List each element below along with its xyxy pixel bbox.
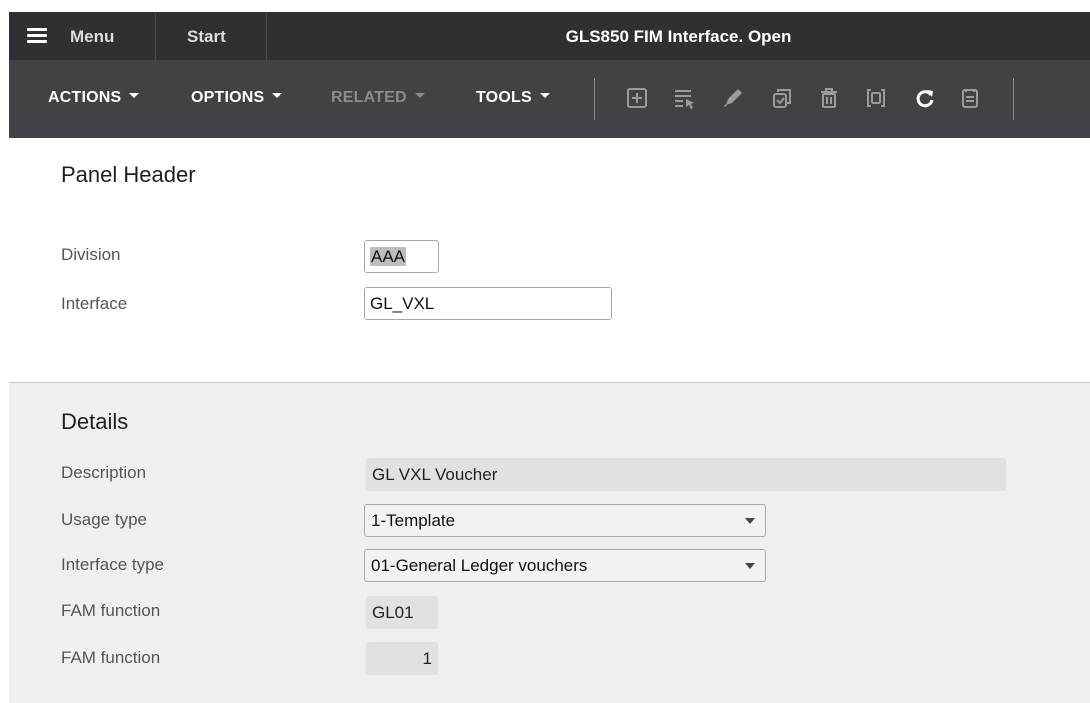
interface-type-value: 01-General Ledger vouchers [371, 556, 588, 575]
usage-type-value: 1-Template [371, 511, 456, 530]
chevron-down-icon [745, 518, 755, 524]
interface-value: GL_VXL [370, 294, 435, 313]
usage-type-dropdown[interactable]: 1-Template [364, 504, 766, 537]
chevron-down-icon [539, 93, 550, 99]
notes-icon[interactable] [959, 87, 981, 109]
actions-menu[interactable]: ACTIONS [48, 89, 140, 107]
chevron-down-icon [414, 93, 425, 99]
options-menu[interactable]: OPTIONS [191, 89, 283, 107]
menu-button[interactable]: Menu [9, 12, 156, 60]
chevron-down-icon [745, 563, 755, 569]
division-label: Division [61, 245, 121, 264]
add-icon[interactable] [626, 87, 648, 109]
options-label: OPTIONS [191, 89, 265, 106]
edit-pencil-icon[interactable] [722, 87, 744, 109]
usage-type-label: Usage type [61, 510, 147, 529]
select-list-icon[interactable] [673, 87, 695, 109]
delete-icon[interactable] [818, 87, 840, 109]
description-label: Description [61, 463, 147, 482]
tools-label: TOOLS [476, 89, 532, 106]
top-bar: Menu Start GLS850 FIM Interface. Open [9, 12, 1090, 60]
related-label: RELATED [331, 89, 407, 106]
copy-icon[interactable] [771, 87, 793, 109]
tools-menu[interactable]: TOOLS [476, 89, 550, 107]
division-field[interactable]: AAA [364, 240, 439, 273]
fam-function-field: GL01 [366, 596, 438, 629]
program-title: GLS850 FIM Interface. Open [565, 27, 792, 46]
fam-function-label-2: FAM function [61, 648, 161, 667]
start-tab[interactable]: Start [156, 12, 267, 60]
chevron-down-icon [129, 93, 140, 99]
refresh-icon[interactable] [914, 87, 936, 109]
interface-type-label: Interface type [61, 555, 165, 574]
panel-header-title: Panel Header [61, 162, 196, 187]
start-label: Start [187, 27, 226, 46]
related-menu: RELATED [331, 89, 425, 107]
toolbar-divider [1013, 78, 1014, 120]
chevron-down-icon [272, 93, 283, 99]
interface-label: Interface [61, 294, 128, 313]
interface-field[interactable]: GL_VXL [364, 287, 612, 320]
hamburger-icon [27, 28, 47, 44]
program-window: Menu Start GLS850 FIM Interface. Open AC… [9, 12, 1090, 703]
toolbar-divider [594, 78, 595, 120]
division-value: AAA [370, 247, 407, 266]
toolbar: ACTIONS OPTIONS RELATED TOOLS [9, 60, 1090, 138]
display-icon[interactable] [865, 87, 887, 109]
description-field: GL VXL Voucher [366, 458, 1006, 491]
details-panel: Details Description GL VXL Voucher Usage… [9, 382, 1090, 703]
actions-label: ACTIONS [48, 89, 122, 106]
menu-label: Menu [70, 27, 115, 46]
interface-type-dropdown[interactable]: 01-General Ledger vouchers [364, 549, 766, 582]
details-title: Details [61, 409, 129, 434]
fam-function-label: FAM function [61, 601, 161, 620]
fam-function-number-field: 1 [366, 642, 438, 675]
